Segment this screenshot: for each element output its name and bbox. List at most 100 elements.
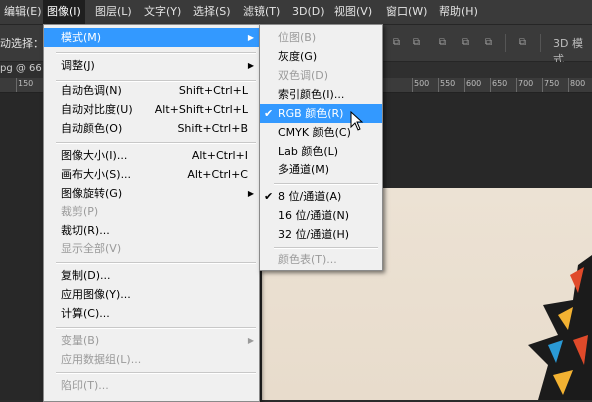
menu-item-label: 应用图像(Y)... xyxy=(61,288,131,301)
menu-image[interactable]: 图像(I) xyxy=(43,0,85,24)
menu-help[interactable]: 帮助(H) xyxy=(435,0,482,24)
menu-type[interactable]: 文字(Y) xyxy=(140,0,185,24)
submenu-arrow-icon: ▶ xyxy=(247,189,254,198)
submenu-item-multichannel[interactable]: 多通道(M) xyxy=(260,160,382,179)
menu-item-apply-data-set[interactable]: 应用数据组(L)... xyxy=(44,350,259,369)
distribute-icon[interactable]: ⧉ xyxy=(516,37,529,49)
menu-filter[interactable]: 滤镜(T) xyxy=(239,0,284,24)
submenu-item-label: 32 位/通道(H) xyxy=(278,228,350,241)
ruler-label: 800 xyxy=(570,79,586,88)
menu-item-shortcut: Alt+Ctrl+I xyxy=(191,149,248,162)
menu-item-calculations[interactable]: 计算(C)... xyxy=(44,304,259,323)
submenu-item-label: 16 位/通道(N) xyxy=(278,209,350,222)
ruler-label: 150 xyxy=(18,79,34,88)
menu-item-label: 自动对比度(U) xyxy=(61,103,133,116)
menu-select[interactable]: 选择(S) xyxy=(189,0,235,24)
image-menu: 模式(M) ▶ 调整(J) ▶ 自动色调(N) Shift+Ctrl+L 自动对… xyxy=(43,24,260,402)
menu-item-canvas-size[interactable]: 画布大小(S)... Alt+Ctrl+C xyxy=(44,165,259,184)
checkmark-icon: ✔ xyxy=(264,190,274,203)
toolbar-divider xyxy=(540,34,541,52)
checkmark-icon: ✔ xyxy=(264,107,274,120)
submenu-arrow-icon: ▶ xyxy=(247,61,254,70)
menu-item-label: 计算(C)... xyxy=(61,307,110,320)
submenu-item-label: RGB 颜色(R) xyxy=(278,107,344,120)
ruler-label: 550 xyxy=(440,79,456,88)
menu-item-label: 裁剪(P) xyxy=(61,205,99,218)
menu-item-trim[interactable]: 裁切(R)... xyxy=(44,221,259,240)
mouse-cursor-icon xyxy=(350,111,364,131)
menu-item-label: 自动颜色(O) xyxy=(61,122,123,135)
menu-item-label: 陷印(T)... xyxy=(61,379,109,392)
align-left-icon[interactable]: ⧉ xyxy=(459,37,472,49)
align-bottom-icon[interactable]: ⧉ xyxy=(436,37,449,49)
submenu-item-8-bit[interactable]: ✔ 8 位/通道(A) xyxy=(260,187,382,206)
menu-item-variables[interactable]: 变量(B) ▶ xyxy=(44,331,259,350)
menu-item-image-size[interactable]: 图像大小(I)... Alt+Ctrl+I xyxy=(44,146,259,165)
toolbar-divider xyxy=(505,34,506,52)
menu-item-apply-image[interactable]: 应用图像(Y)... xyxy=(44,285,259,304)
menu-item-crop[interactable]: 裁剪(P) xyxy=(44,202,259,221)
ruler-label: 500 xyxy=(414,79,430,88)
mode-submenu: 位图(B) 灰度(G) 双色调(D) 索引颜色(I)... ✔ RGB 颜色(R… xyxy=(259,24,383,271)
menu-item-label: 显示全部(V) xyxy=(61,242,122,255)
menu-item-label: 图像大小(I)... xyxy=(61,149,128,162)
align-hcenter-icon[interactable]: ⧉ xyxy=(482,37,495,49)
menu-divider xyxy=(56,327,256,329)
submenu-item-16-bit[interactable]: 16 位/通道(N) xyxy=(260,206,382,225)
menu-item-label: 调整(J) xyxy=(61,59,95,72)
menu-divider xyxy=(274,183,378,185)
ruler-label: 700 xyxy=(518,79,534,88)
menu-item-image-rotation[interactable]: 图像旋转(G) ▶ xyxy=(44,184,259,203)
menu-view[interactable]: 视图(V) xyxy=(330,0,376,24)
menu-window[interactable]: 窗口(W) xyxy=(382,0,431,24)
submenu-item-duotone[interactable]: 双色调(D) xyxy=(260,66,382,85)
document-tab[interactable]: pg @ 66 xyxy=(0,63,42,74)
menu-item-shortcut: Alt+Shift+Ctrl+L xyxy=(154,103,248,116)
align-vcenter-icon[interactable]: ⧉ xyxy=(410,37,423,49)
submenu-item-color-table[interactable]: 颜色表(T)... xyxy=(260,250,382,269)
menu-item-label: 复制(D)... xyxy=(61,269,111,282)
submenu-item-label: 多通道(M) xyxy=(278,163,330,176)
submenu-item-label: 灰度(G) xyxy=(278,50,318,63)
submenu-arrow-icon: ▶ xyxy=(247,33,254,42)
submenu-item-grayscale[interactable]: 灰度(G) xyxy=(260,47,382,66)
menu-item-duplicate[interactable]: 复制(D)... xyxy=(44,266,259,285)
menu-item-adjustments[interactable]: 调整(J) ▶ xyxy=(44,56,259,75)
menu-divider xyxy=(274,247,378,249)
menu-item-label: 自动色调(N) xyxy=(61,84,122,97)
auto-select-label: 动选择： xyxy=(0,37,44,50)
menu-item-reveal-all[interactable]: 显示全部(V) xyxy=(44,239,259,258)
menu-item-auto-color[interactable]: 自动颜色(O) Shift+Ctrl+B xyxy=(44,119,259,138)
menu-divider xyxy=(56,262,256,264)
submenu-item-label: 位图(B) xyxy=(278,31,317,44)
submenu-item-label: 颜色表(T)... xyxy=(278,253,337,266)
menu-bar: 编辑(E) 图像(I) 图层(L) 文字(Y) 选择(S) 滤镜(T) 3D(D… xyxy=(0,0,592,25)
menu-item-shortcut: Alt+Ctrl+C xyxy=(187,168,248,181)
menu-divider xyxy=(56,52,256,54)
menu-item-label: 模式(M) xyxy=(61,31,102,44)
submenu-item-lab-color[interactable]: Lab 颜色(L) xyxy=(260,142,382,161)
ruler-label: 650 xyxy=(492,79,508,88)
submenu-arrow-icon: ▶ xyxy=(247,336,254,345)
menu-item-label: 图像旋转(G) xyxy=(61,187,123,200)
menu-3d[interactable]: 3D(D) xyxy=(288,0,329,24)
submenu-item-label: 双色调(D) xyxy=(278,69,329,82)
menu-item-mode[interactable]: 模式(M) ▶ xyxy=(44,28,259,47)
submenu-item-indexed-color[interactable]: 索引颜色(I)... xyxy=(260,85,382,104)
menu-item-shortcut: Shift+Ctrl+L xyxy=(178,84,248,97)
ruler-label: 750 xyxy=(544,79,560,88)
submenu-item-32-bit[interactable]: 32 位/通道(H) xyxy=(260,225,382,244)
menu-item-auto-contrast[interactable]: 自动对比度(U) Alt+Shift+Ctrl+L xyxy=(44,100,259,119)
menu-item-label: 裁切(R)... xyxy=(61,224,110,237)
menu-layer[interactable]: 图层(L) xyxy=(91,0,136,24)
menu-edit[interactable]: 编辑(E) xyxy=(0,0,46,24)
menu-item-auto-tone[interactable]: 自动色调(N) Shift+Ctrl+L xyxy=(44,81,259,100)
menu-item-trap[interactable]: 陷印(T)... xyxy=(44,376,259,395)
align-top-icon[interactable]: ⧉ xyxy=(390,37,403,49)
submenu-item-label: CMYK 颜色(C) xyxy=(278,126,351,139)
menu-divider xyxy=(56,142,256,144)
submenu-item-label: Lab 颜色(L) xyxy=(278,145,339,158)
ruler-label: 600 xyxy=(466,79,482,88)
submenu-item-bitmap[interactable]: 位图(B) xyxy=(260,28,382,47)
paint-splash-image xyxy=(528,255,592,400)
